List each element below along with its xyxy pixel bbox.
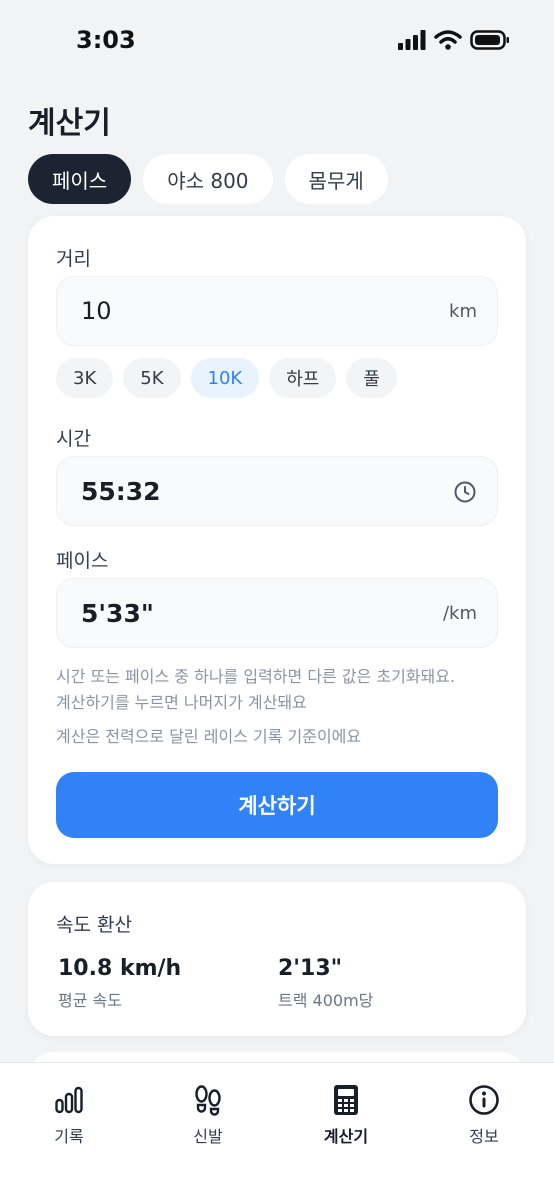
help-line: 시간 또는 페이스 중 하나를 입력하면 다른 값은 초기화돼요. (56, 667, 456, 686)
nav-item-shoes[interactable]: 신발 (158, 1083, 258, 1147)
speed-conversion-card: 속도 환산 10.8 km/h 평균 속도 2'13" 트랙 400m당 (28, 882, 526, 1036)
tab-pace[interactable]: 페이스 (28, 154, 132, 204)
status-icons (398, 30, 510, 50)
pace-calculator-card: 거리 10 km 3K 5K 10K 하프 풀 시간 55:32 페이스 5'3… (28, 216, 526, 864)
distance-input[interactable]: 10 km (56, 276, 498, 346)
distance-value: 10 (81, 297, 112, 325)
avg-speed-value: 10.8 km/h (58, 956, 182, 981)
tab-yasso-800[interactable]: 야소 800 (143, 154, 273, 204)
track-pace-value: 2'13" (278, 956, 343, 981)
nav-label: 기록 (54, 1127, 84, 1146)
nav-item-records[interactable]: 기록 (19, 1083, 119, 1147)
nav-label: 신발 (193, 1127, 223, 1146)
nav-label: 계산기 (323, 1127, 369, 1146)
avg-speed-metric: 10.8 km/h 평균 속도 (58, 956, 181, 1011)
wifi-icon (434, 30, 462, 50)
pace-unit: /km (442, 603, 477, 624)
track-pace-metric: 2'13" 트랙 400m당 (278, 956, 373, 1011)
time-input[interactable]: 55:32 (56, 456, 498, 526)
nav-item-calculator[interactable]: 계산기 (296, 1083, 396, 1147)
bottom-nav: 기록 신발 계산기 정보 (0, 1062, 554, 1200)
calculate-button[interactable]: 계산하기 (56, 772, 498, 838)
pace-input[interactable]: 5'33" /km (56, 578, 498, 648)
nav-item-info[interactable]: 정보 (434, 1083, 534, 1147)
calculator-icon (329, 1083, 363, 1117)
race-note: 계산은 전력으로 달린 레이스 기록 기준이에요 (56, 727, 362, 746)
time-label: 시간 (56, 428, 91, 450)
preset-half-chip[interactable]: 하프 (269, 358, 337, 398)
distance-presets: 3K 5K 10K 하프 풀 (56, 358, 397, 398)
preset-5k-chip[interactable]: 5K (123, 358, 181, 398)
help-line: 계산하기를 누르면 나머지가 계산돼요 (56, 693, 307, 712)
clock-icon[interactable] (453, 480, 477, 504)
battery-icon (470, 30, 509, 50)
help-text: 시간 또는 페이스 중 하나를 입력하면 다른 값은 초기화돼요. 계산하기를 … (56, 664, 455, 716)
preset-3k-chip[interactable]: 3K (56, 358, 114, 398)
tab-weight[interactable]: 몸무게 (284, 154, 388, 204)
footprints-icon (191, 1083, 225, 1117)
distance-label: 거리 (56, 248, 91, 270)
nav-label: 정보 (469, 1127, 499, 1146)
time-value: 55:32 (81, 477, 161, 506)
status-bar: 3:03 (0, 0, 554, 84)
preset-full-chip[interactable]: 풀 (346, 358, 397, 398)
pace-label: 페이스 (56, 550, 109, 572)
info-icon (467, 1083, 501, 1117)
calculator-tabs: 페이스 야소 800 몸무게 (28, 154, 388, 204)
speed-conversion-title: 속도 환산 (56, 914, 132, 936)
status-time: 3:03 (76, 26, 136, 54)
preset-10k-chip[interactable]: 10K (190, 358, 260, 398)
signal-icon (398, 30, 426, 50)
track-pace-label: 트랙 400m당 (278, 991, 374, 1010)
page-title: 계산기 (28, 106, 111, 141)
avg-speed-label: 평균 속도 (58, 991, 122, 1010)
pace-value: 5'33" (81, 599, 154, 628)
distance-unit: km (449, 301, 477, 322)
bar-chart-icon (52, 1083, 86, 1117)
